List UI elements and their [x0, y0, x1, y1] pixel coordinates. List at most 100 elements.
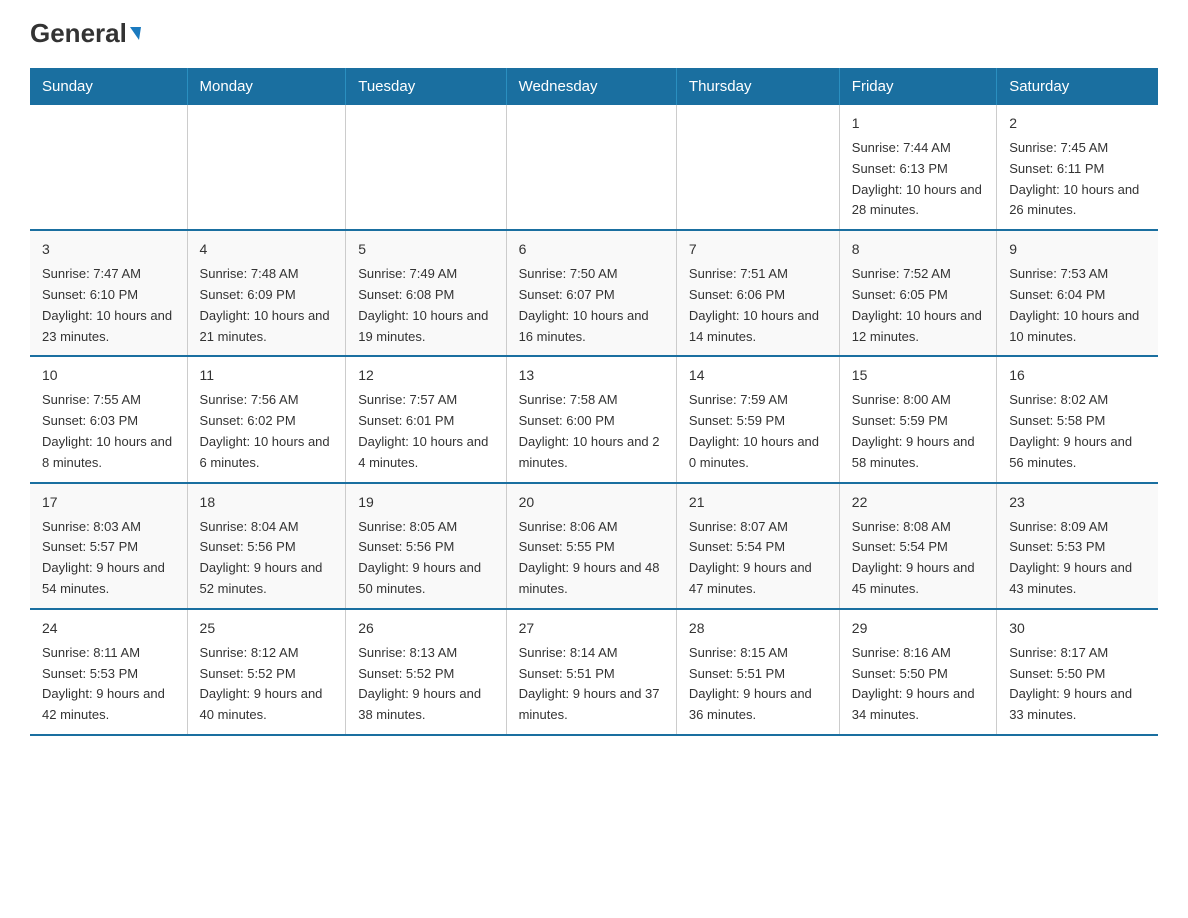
- calendar-cell: 16 Sunrise: 8:02 AMSunset: 5:58 PMDayligh…: [997, 356, 1158, 482]
- calendar-cell: 30 Sunrise: 8:17 AMSunset: 5:50 PMDayligh…: [997, 609, 1158, 735]
- calendar-cell: 24Sunrise: 8:11 AMSunset: 5:53 PMDayligh…: [30, 609, 187, 735]
- calendar-cell: 19Sunrise: 8:05 AMSunset: 5:56 PMDayligh…: [346, 483, 506, 609]
- day-info: Sunrise: 7:52 AMSunset: 6:05 PMDaylight:…: [852, 264, 984, 347]
- day-number: 22: [852, 492, 984, 513]
- day-number: 11: [200, 365, 334, 386]
- day-number: 16: [1009, 365, 1146, 386]
- day-number: 21: [689, 492, 827, 513]
- calendar-cell: [187, 105, 346, 230]
- calendar-cell: 29 Sunrise: 8:16 AMSunset: 5:50 PMDayligh…: [839, 609, 996, 735]
- calendar-cell: 27 Sunrise: 8:14 AMSunset: 5:51 PMDayligh…: [506, 609, 676, 735]
- day-info: Sunrise: 7:45 AMSunset: 6:11 PMDaylight:…: [1009, 138, 1146, 221]
- calendar-cell: 8 Sunrise: 7:52 AMSunset: 6:05 PMDaylight…: [839, 230, 996, 356]
- calendar-cell: [506, 105, 676, 230]
- calendar-cell: 2 Sunrise: 7:45 AMSunset: 6:11 PMDaylight…: [997, 105, 1158, 230]
- day-number: 12: [358, 365, 493, 386]
- day-info: Sunrise: 8:00 AMSunset: 5:59 PMDaylight:…: [852, 390, 984, 473]
- calendar-cell: 21Sunrise: 8:07 AMSunset: 5:54 PMDayligh…: [676, 483, 839, 609]
- calendar-cell: 18 Sunrise: 8:04 AMSunset: 5:56 PMDayligh…: [187, 483, 346, 609]
- day-number: 25: [200, 618, 334, 639]
- day-info: Sunrise: 7:57 AMSunset: 6:01 PMDaylight:…: [358, 390, 493, 473]
- calendar-cell: [346, 105, 506, 230]
- day-number: 14: [689, 365, 827, 386]
- day-info: Sunrise: 8:12 AMSunset: 5:52 PMDaylight:…: [200, 643, 334, 726]
- day-number: 10: [42, 365, 175, 386]
- weekday-header-tuesday: Tuesday: [346, 68, 506, 105]
- calendar-cell: 9 Sunrise: 7:53 AMSunset: 6:04 PMDaylight…: [997, 230, 1158, 356]
- calendar-cell: 11 Sunrise: 7:56 AMSunset: 6:02 PMDayligh…: [187, 356, 346, 482]
- calendar-cell: 15 Sunrise: 8:00 AMSunset: 5:59 PMDayligh…: [839, 356, 996, 482]
- calendar-cell: 1 Sunrise: 7:44 AMSunset: 6:13 PMDaylight…: [839, 105, 996, 230]
- day-number: 20: [519, 492, 664, 513]
- day-number: 8: [852, 239, 984, 260]
- calendar-week-row: 24Sunrise: 8:11 AMSunset: 5:53 PMDayligh…: [30, 609, 1158, 735]
- day-info: Sunrise: 7:58 AMSunset: 6:00 PMDaylight:…: [519, 390, 664, 473]
- calendar-cell: 5 Sunrise: 7:49 AMSunset: 6:08 PMDaylight…: [346, 230, 506, 356]
- day-info: Sunrise: 8:16 AMSunset: 5:50 PMDaylight:…: [852, 643, 984, 726]
- logo-general: General: [30, 20, 141, 46]
- day-number: 23: [1009, 492, 1146, 513]
- day-info: Sunrise: 7:49 AMSunset: 6:08 PMDaylight:…: [358, 264, 493, 347]
- calendar-cell: 12 Sunrise: 7:57 AMSunset: 6:01 PMDayligh…: [346, 356, 506, 482]
- day-info: Sunrise: 7:47 AMSunset: 6:10 PMDaylight:…: [42, 264, 175, 347]
- calendar-week-row: 3 Sunrise: 7:47 AMSunset: 6:10 PMDaylight…: [30, 230, 1158, 356]
- calendar-cell: [30, 105, 187, 230]
- calendar-cell: 13 Sunrise: 7:58 AMSunset: 6:00 PMDayligh…: [506, 356, 676, 482]
- calendar-cell: 28 Sunrise: 8:15 AMSunset: 5:51 PMDayligh…: [676, 609, 839, 735]
- day-info: Sunrise: 7:53 AMSunset: 6:04 PMDaylight:…: [1009, 264, 1146, 347]
- calendar-week-row: 17 Sunrise: 8:03 AMSunset: 5:57 PMDayligh…: [30, 483, 1158, 609]
- day-info: Sunrise: 7:56 AMSunset: 6:02 PMDaylight:…: [200, 390, 334, 473]
- calendar-cell: 10Sunrise: 7:55 AMSunset: 6:03 PMDayligh…: [30, 356, 187, 482]
- calendar-cell: 20 Sunrise: 8:06 AMSunset: 5:55 PMDayligh…: [506, 483, 676, 609]
- weekday-header-saturday: Saturday: [997, 68, 1158, 105]
- calendar-cell: [676, 105, 839, 230]
- day-number: 24: [42, 618, 175, 639]
- day-info: Sunrise: 8:09 AMSunset: 5:53 PMDaylight:…: [1009, 517, 1146, 600]
- calendar-cell: 26 Sunrise: 8:13 AMSunset: 5:52 PMDayligh…: [346, 609, 506, 735]
- day-info: Sunrise: 7:48 AMSunset: 6:09 PMDaylight:…: [200, 264, 334, 347]
- day-info: Sunrise: 8:08 AMSunset: 5:54 PMDaylight:…: [852, 517, 984, 600]
- day-info: Sunrise: 7:51 AMSunset: 6:06 PMDaylight:…: [689, 264, 827, 347]
- calendar-cell: 23 Sunrise: 8:09 AMSunset: 5:53 PMDayligh…: [997, 483, 1158, 609]
- day-number: 13: [519, 365, 664, 386]
- day-info: Sunrise: 8:06 AMSunset: 5:55 PMDaylight:…: [519, 517, 664, 600]
- day-number: 1: [852, 113, 984, 134]
- day-info: Sunrise: 8:17 AMSunset: 5:50 PMDaylight:…: [1009, 643, 1146, 726]
- day-info: Sunrise: 8:05 AMSunset: 5:56 PMDaylight:…: [358, 517, 493, 600]
- logo: General: [30, 20, 141, 48]
- day-number: 4: [200, 239, 334, 260]
- page-header: General: [30, 20, 1158, 48]
- calendar-cell: 22 Sunrise: 8:08 AMSunset: 5:54 PMDayligh…: [839, 483, 996, 609]
- day-number: 2: [1009, 113, 1146, 134]
- day-number: 26: [358, 618, 493, 639]
- day-info: Sunrise: 7:44 AMSunset: 6:13 PMDaylight:…: [852, 138, 984, 221]
- day-number: 29: [852, 618, 984, 639]
- calendar-cell: 17 Sunrise: 8:03 AMSunset: 5:57 PMDayligh…: [30, 483, 187, 609]
- calendar-table: SundayMondayTuesdayWednesdayThursdayFrid…: [30, 68, 1158, 736]
- day-number: 5: [358, 239, 493, 260]
- day-info: Sunrise: 7:50 AMSunset: 6:07 PMDaylight:…: [519, 264, 664, 347]
- calendar-week-row: 1 Sunrise: 7:44 AMSunset: 6:13 PMDaylight…: [30, 105, 1158, 230]
- day-number: 30: [1009, 618, 1146, 639]
- day-number: 28: [689, 618, 827, 639]
- calendar-cell: 3 Sunrise: 7:47 AMSunset: 6:10 PMDaylight…: [30, 230, 187, 356]
- calendar-cell: 14 Sunrise: 7:59 AMSunset: 5:59 PMDayligh…: [676, 356, 839, 482]
- day-info: Sunrise: 8:14 AMSunset: 5:51 PMDaylight:…: [519, 643, 664, 726]
- day-info: Sunrise: 8:13 AMSunset: 5:52 PMDaylight:…: [358, 643, 493, 726]
- day-info: Sunrise: 7:59 AMSunset: 5:59 PMDaylight:…: [689, 390, 827, 473]
- day-number: 9: [1009, 239, 1146, 260]
- day-number: 27: [519, 618, 664, 639]
- day-number: 7: [689, 239, 827, 260]
- day-number: 3: [42, 239, 175, 260]
- day-info: Sunrise: 8:15 AMSunset: 5:51 PMDaylight:…: [689, 643, 827, 726]
- weekday-header-friday: Friday: [839, 68, 996, 105]
- day-info: Sunrise: 8:02 AMSunset: 5:58 PMDaylight:…: [1009, 390, 1146, 473]
- day-number: 18: [200, 492, 334, 513]
- calendar-cell: 25 Sunrise: 8:12 AMSunset: 5:52 PMDayligh…: [187, 609, 346, 735]
- day-number: 15: [852, 365, 984, 386]
- calendar-cell: 4 Sunrise: 7:48 AMSunset: 6:09 PMDaylight…: [187, 230, 346, 356]
- day-number: 17: [42, 492, 175, 513]
- weekday-header-row: SundayMondayTuesdayWednesdayThursdayFrid…: [30, 68, 1158, 105]
- day-info: Sunrise: 8:04 AMSunset: 5:56 PMDaylight:…: [200, 517, 334, 600]
- day-info: Sunrise: 8:03 AMSunset: 5:57 PMDaylight:…: [42, 517, 175, 600]
